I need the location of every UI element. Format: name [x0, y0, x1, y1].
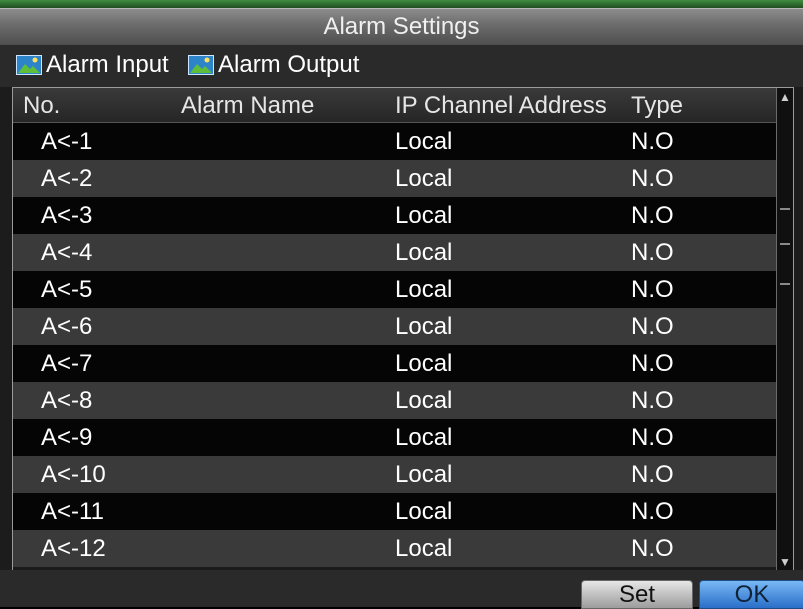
ip-channel-address: Local [395, 535, 453, 562]
alarm-type: N.O [631, 461, 674, 488]
ip-channel-address: Local [395, 387, 453, 414]
set-button[interactable]: Set [581, 580, 693, 609]
alarm-type: N.O [631, 239, 674, 266]
window-title: Alarm Settings [0, 8, 803, 46]
alarm-number: A<-9 [41, 424, 93, 451]
ip-channel-address: Local [395, 128, 453, 155]
table-row[interactable]: A<-11 Local N.O [13, 493, 787, 530]
alarm-number: A<-5 [41, 276, 93, 303]
scroll-up-icon[interactable]: ▲ [779, 90, 791, 104]
scroll-tick [780, 208, 790, 210]
table-row[interactable]: A<-10 Local N.O [13, 456, 787, 493]
alarm-type: N.O [631, 202, 674, 229]
alarm-type: N.O [631, 128, 674, 155]
ip-channel-address: Local [395, 350, 453, 377]
ip-channel-address: Local [395, 165, 453, 192]
ip-channel-address: Local [395, 202, 453, 229]
column-header-no[interactable]: No. [23, 92, 60, 120]
ip-channel-address: Local [395, 424, 453, 451]
column-header-alarm-name[interactable]: Alarm Name [181, 92, 314, 120]
column-header-ip-channel-address[interactable]: IP Channel Address [395, 92, 607, 120]
scroll-down-icon[interactable]: ▼ [779, 555, 791, 569]
alarm-number: A<-6 [41, 313, 93, 340]
alarm-type: N.O [631, 535, 674, 562]
alarm-number: A<-4 [41, 239, 93, 266]
footer-bar: Set OK [0, 570, 803, 609]
column-header-type[interactable]: Type [631, 92, 683, 120]
tab-alarm-input[interactable]: Alarm Input [16, 48, 169, 82]
tab-alarm-output[interactable]: Alarm Output [188, 48, 359, 82]
ip-channel-address: Local [395, 313, 453, 340]
tab-bar: Alarm Input Alarm Output [0, 45, 803, 87]
table-row[interactable]: A<-6 Local N.O [13, 308, 787, 345]
alarm-type: N.O [631, 424, 674, 451]
table-row[interactable]: A<-5 Local N.O [13, 271, 787, 308]
alarm-settings-window: Alarm Settings Alarm Input Alarm Output [0, 0, 803, 609]
ip-channel-address: Local [395, 461, 453, 488]
scroll-tick [780, 243, 790, 245]
alarm-type: N.O [631, 387, 674, 414]
table-row[interactable]: A<-4 Local N.O [13, 234, 787, 271]
alarm-type: N.O [631, 165, 674, 192]
alarm-type: N.O [631, 498, 674, 525]
alarm-number: A<-3 [41, 202, 93, 229]
tab-label: Alarm Output [218, 51, 360, 78]
alarm-type: N.O [631, 350, 674, 377]
ip-channel-address: Local [395, 498, 453, 525]
window-top-accent [0, 0, 803, 8]
tab-label: Alarm Input [46, 51, 169, 78]
alarm-input-list: No. Alarm Name IP Channel Address Type A… [12, 87, 794, 572]
table-row[interactable]: A<-1 Local N.O [13, 123, 787, 160]
vertical-scrollbar[interactable]: ▲ ▼ [776, 88, 793, 571]
table-row[interactable]: A<-2 Local N.O [13, 160, 787, 197]
ip-channel-address: Local [395, 276, 453, 303]
alarm-type: N.O [631, 313, 674, 340]
ip-channel-address: Local [395, 239, 453, 266]
table-row[interactable]: A<-7 Local N.O [13, 345, 787, 382]
alarm-number: A<-8 [41, 387, 93, 414]
table-row[interactable]: A<-12 Local N.O [13, 530, 787, 567]
alarm-type: N.O [631, 276, 674, 303]
alarm-number: A<-10 [41, 461, 106, 488]
picture-icon [188, 55, 214, 75]
table-row[interactable]: A<-9 Local N.O [13, 419, 787, 456]
table-row[interactable]: A<-3 Local N.O [13, 197, 787, 234]
alarm-number: A<-2 [41, 165, 93, 192]
scroll-tick [780, 283, 790, 285]
alarm-number: A<-11 [41, 498, 104, 525]
alarm-number: A<-12 [41, 535, 106, 562]
alarm-number: A<-1 [41, 128, 93, 155]
picture-icon [16, 55, 42, 75]
table-header: No. Alarm Name IP Channel Address Type [13, 88, 787, 123]
alarm-number: A<-7 [41, 350, 93, 377]
table-row[interactable]: A<-8 Local N.O [13, 382, 787, 419]
ok-button[interactable]: OK [699, 580, 803, 609]
